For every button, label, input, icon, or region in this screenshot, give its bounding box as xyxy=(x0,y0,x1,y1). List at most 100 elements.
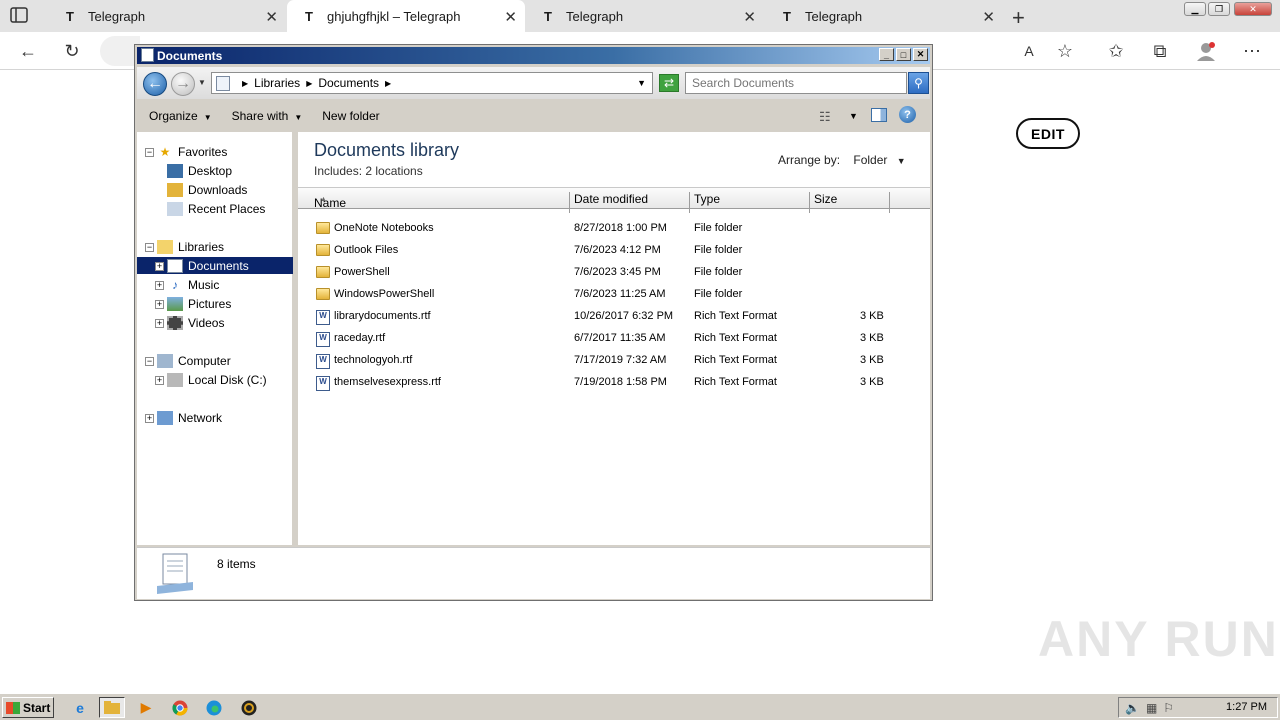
folder-icon xyxy=(316,222,330,234)
collapse-icon[interactable]: − xyxy=(145,243,154,252)
nav-favorites[interactable]: ★ Favorites xyxy=(157,143,228,160)
window-titlebar[interactable]: Documents _ □ ✕ xyxy=(137,47,930,64)
file-row[interactable]: PowerShell 7/6/2023 3:45 PM File folder xyxy=(298,261,930,283)
file-type: File folder xyxy=(694,222,743,234)
profile-avatar-icon[interactable] xyxy=(1195,40,1217,62)
share-with-button[interactable]: Share with ▼ xyxy=(232,109,303,123)
new-folder-button[interactable]: New folder xyxy=(322,109,379,123)
file-size: 3 KB xyxy=(860,332,884,344)
expand-icon[interactable]: + xyxy=(155,281,164,290)
file-name: OneNote Notebooks xyxy=(334,222,434,234)
reload-icon[interactable]: ↻ xyxy=(61,40,83,62)
breadcrumb[interactable]: ▶ Libraries ▶ Documents ▶ ▼ xyxy=(211,72,653,94)
search-icon[interactable]: ⚲ xyxy=(908,72,929,94)
forward-arrow-icon[interactable]: → xyxy=(171,72,195,96)
breadcrumb-libraries[interactable]: Libraries xyxy=(254,76,300,90)
expand-icon[interactable]: + xyxy=(155,376,164,385)
help-icon[interactable]: ? xyxy=(899,106,916,123)
browser-tab-4[interactable]: T Telegraph ✕ xyxy=(765,0,1003,32)
library-includes[interactable]: Includes: 2 locations xyxy=(314,164,423,178)
chrome-icon[interactable] xyxy=(167,697,193,718)
organize-button[interactable]: Organize ▼ xyxy=(149,109,212,123)
clock[interactable]: 1:27 PM xyxy=(1226,701,1267,713)
rtf-document-icon: W xyxy=(316,310,330,325)
chevron-right-icon[interactable]: ▶ xyxy=(306,79,312,88)
arrange-by-label: Arrange by: xyxy=(778,153,841,167)
file-row[interactable]: OneNote Notebooks 8/27/2018 1:00 PM File f… xyxy=(298,217,930,239)
close-tab-icon[interactable]: ✕ xyxy=(982,8,995,26)
restore-icon[interactable]: ❐ xyxy=(1208,2,1230,16)
nav-downloads[interactable]: Downloads xyxy=(167,181,247,198)
back-arrow-icon[interactable]: ← xyxy=(143,72,167,96)
start-button[interactable]: Start xyxy=(2,697,54,718)
edge-icon[interactable] xyxy=(201,697,227,718)
volume-icon[interactable]: 🔈 xyxy=(1125,701,1140,715)
nav-label: Videos xyxy=(188,315,225,330)
chevron-right-icon[interactable]: ▶ xyxy=(242,79,248,88)
expand-icon[interactable]: + xyxy=(145,414,154,423)
arrange-by-dropdown[interactable]: Folder xyxy=(853,153,887,167)
internet-explorer-icon[interactable]: e xyxy=(67,697,93,718)
minimize-icon[interactable]: _ xyxy=(879,48,894,61)
refresh-icon[interactable]: ⇄ xyxy=(659,74,679,92)
nav-libraries[interactable]: Libraries xyxy=(157,238,224,255)
edit-button[interactable]: EDIT xyxy=(1016,118,1080,149)
column-date-modified[interactable]: Date modified xyxy=(574,192,648,206)
breadcrumb-documents[interactable]: Documents xyxy=(318,76,379,90)
media-player-icon[interactable]: ▶ xyxy=(133,697,159,718)
address-dropdown-icon[interactable]: ▼ xyxy=(637,78,646,88)
file-row[interactable]: Wtechnologyoh.rtf 7/17/2019 7:32 AM Rich T… xyxy=(298,349,930,371)
tab-actions-icon[interactable] xyxy=(10,7,32,25)
nav-local-disk[interactable]: Local Disk (C:) xyxy=(167,371,267,388)
column-type[interactable]: Type xyxy=(694,192,720,206)
preview-pane-icon[interactable] xyxy=(871,108,887,122)
close-icon[interactable]: ✕ xyxy=(913,48,928,61)
file-row[interactable]: Outlook Files 7/6/2023 4:12 PM File folder xyxy=(298,239,930,261)
add-favorite-icon[interactable]: ☆ xyxy=(1054,40,1076,62)
recent-pages-dropdown-icon[interactable]: ▼ xyxy=(198,78,206,87)
nav-desktop[interactable]: Desktop xyxy=(167,162,232,179)
expand-icon[interactable]: + xyxy=(155,319,164,328)
browser-tab-2[interactable]: T ghjuhgfhjkl – Telegraph ✕ xyxy=(287,0,525,32)
file-date-modified: 6/7/2017 11:35 AM xyxy=(574,332,666,344)
views-icon[interactable]: ☷ xyxy=(819,109,831,125)
browser-tab-3[interactable]: T Telegraph ✕ xyxy=(526,0,764,32)
read-aloud-icon[interactable]: A xyxy=(1018,40,1040,62)
chevron-right-icon[interactable]: ▶ xyxy=(385,79,391,88)
close-tab-icon[interactable]: ✕ xyxy=(504,8,517,26)
file-row[interactable]: Wraceday.rtf 6/7/2017 11:35 AM Rich Text F… xyxy=(298,327,930,349)
more-menu-icon[interactable]: ⋯ xyxy=(1241,40,1263,62)
network-icon[interactable]: ▦ xyxy=(1146,701,1157,715)
explorer-taskbar-icon[interactable] xyxy=(99,697,125,718)
new-tab-icon[interactable]: + xyxy=(1012,5,1025,31)
close-window-icon[interactable]: ✕ xyxy=(1234,2,1272,16)
nav-network[interactable]: Network xyxy=(157,409,222,426)
chevron-down-icon[interactable]: ▼ xyxy=(897,156,906,166)
expand-icon[interactable]: + xyxy=(155,262,164,271)
action-center-flag-icon[interactable]: ⚐ xyxy=(1163,701,1174,715)
nav-videos[interactable]: Videos xyxy=(167,314,224,331)
back-arrow-icon[interactable]: ← xyxy=(17,40,39,62)
views-dropdown-icon[interactable]: ▼ xyxy=(849,111,858,121)
close-tab-icon[interactable]: ✕ xyxy=(743,8,756,26)
minimize-icon[interactable]: ▁ xyxy=(1184,2,1206,16)
nav-pictures[interactable]: Pictures xyxy=(167,295,231,312)
collapse-icon[interactable]: − xyxy=(145,357,154,366)
nav-music[interactable]: ♪ Music xyxy=(167,276,219,293)
nav-computer[interactable]: Computer xyxy=(157,352,231,369)
nav-recent-places[interactable]: Recent Places xyxy=(167,200,265,217)
taskbar: Start e ▶ 🔈 ▦ ⚐ 1:27 PM xyxy=(0,693,1280,720)
file-row[interactable]: Wthemselvesexpress.rtf 7/19/2018 1:58 PM R… xyxy=(298,371,930,393)
search-input[interactable] xyxy=(685,72,907,94)
maximize-icon[interactable]: □ xyxy=(896,48,911,61)
collections-icon[interactable]: ⧉ xyxy=(1149,40,1171,62)
file-row[interactable]: Wlibrarydocuments.rtf 10/26/2017 6:32 PM R… xyxy=(298,305,930,327)
app-icon[interactable] xyxy=(236,697,262,718)
browser-tab-1[interactable]: T Telegraph ✕ xyxy=(48,0,286,32)
favorites-icon[interactable]: ✩ xyxy=(1105,40,1127,62)
expand-icon[interactable]: + xyxy=(155,300,164,309)
column-size[interactable]: Size xyxy=(814,192,837,206)
close-tab-icon[interactable]: ✕ xyxy=(265,8,278,26)
collapse-icon[interactable]: − xyxy=(145,148,154,157)
file-row[interactable]: WindowsPowerShell 7/6/2023 11:25 AM File f… xyxy=(298,283,930,305)
